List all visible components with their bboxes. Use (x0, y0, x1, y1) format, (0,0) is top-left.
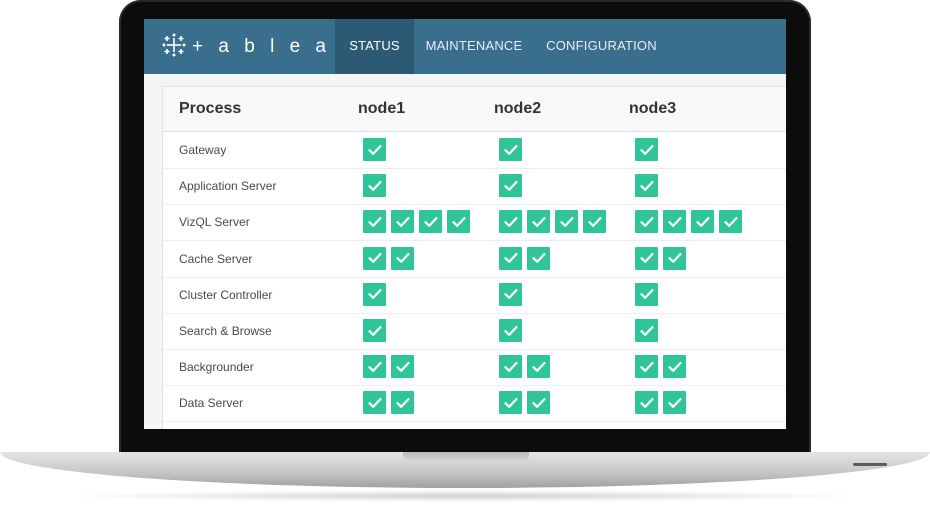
process-name: Search & Browse (179, 324, 272, 338)
node2-status-cell (499, 355, 550, 379)
status-check-icon[interactable] (635, 174, 658, 198)
tableau-cross-icon (162, 33, 186, 62)
node1-status-cell (363, 355, 414, 379)
process-name: Data Server (179, 396, 244, 411)
node3-status-cell (635, 174, 658, 198)
laptop-shadow (60, 490, 870, 502)
column-header-node2: node2 (494, 100, 542, 117)
process-name: Application Server (179, 179, 277, 194)
table-row: Cache Server (163, 241, 786, 278)
status-check-icon[interactable] (635, 138, 658, 161)
node3-status-cell (635, 210, 742, 234)
table-header-row: Process node1 node2 node3 (163, 87, 786, 132)
tab-maintenance[interactable]: MAINTENANCE (424, 19, 524, 74)
node1-status-cell (363, 246, 414, 270)
status-check-icon[interactable] (363, 355, 386, 379)
node2-status-cell (499, 174, 522, 198)
status-check-icon[interactable] (527, 355, 550, 379)
status-check-icon[interactable] (363, 138, 386, 161)
laptop-side-slot (853, 463, 887, 466)
node1-status-cell (363, 319, 386, 342)
status-check-icon[interactable] (363, 282, 386, 306)
process-name: Cluster Controller (179, 287, 273, 302)
status-check-icon[interactable] (391, 355, 414, 379)
status-check-icon[interactable] (583, 210, 606, 234)
status-check-icon[interactable] (363, 174, 386, 198)
status-check-icon[interactable] (499, 246, 522, 270)
status-check-icon[interactable] (363, 210, 386, 234)
tab-status[interactable]: STATUS (335, 19, 414, 74)
column-header-node3: node3 (629, 100, 677, 117)
status-check-icon[interactable] (719, 210, 742, 234)
node1-status-cell (363, 391, 414, 415)
tab-configuration[interactable]: CONFIGURATION (544, 19, 659, 74)
status-check-icon[interactable] (499, 210, 522, 234)
status-check-icon[interactable] (499, 174, 522, 198)
node2-status-cell (499, 138, 522, 161)
laptop-screen: + a b l e a u STATUS MAINTENANCE CONFIGU… (144, 19, 786, 429)
table-row: Application Server (163, 168, 786, 206)
node3-status-cell (635, 319, 658, 342)
status-check-icon[interactable] (691, 210, 714, 234)
table-row: Gateway (163, 132, 786, 169)
top-navigation-bar: + a b l e a u STATUS MAINTENANCE CONFIGU… (144, 19, 786, 74)
node1-status-cell (363, 174, 386, 198)
table-row: VizQL Server (163, 204, 786, 242)
column-header-node1: node1 (358, 100, 406, 117)
node2-status-cell (499, 391, 550, 415)
table-row: Search & Browse (163, 313, 786, 350)
process-name: Gateway (179, 143, 227, 157)
process-name: VizQL Server (179, 215, 250, 230)
status-check-icon[interactable] (663, 246, 686, 270)
node3-status-cell (635, 282, 658, 306)
status-check-icon[interactable] (499, 138, 522, 161)
status-check-icon[interactable] (499, 282, 522, 306)
status-check-icon[interactable] (527, 391, 550, 415)
node1-status-cell (363, 282, 386, 306)
status-check-icon[interactable] (635, 210, 658, 234)
status-check-icon[interactable] (419, 210, 442, 234)
table-row: Data Server (163, 385, 786, 423)
node3-status-cell (635, 246, 686, 270)
status-check-icon[interactable] (663, 391, 686, 415)
status-check-icon[interactable] (635, 319, 658, 342)
table-row: Backgrounder (163, 349, 786, 387)
laptop-opening-notch (403, 452, 529, 462)
node2-status-cell (499, 246, 550, 270)
status-check-icon[interactable] (635, 246, 658, 270)
status-check-icon[interactable] (635, 391, 658, 415)
process-status-table: Process node1 node2 node3 Gateway Applica… (162, 86, 786, 429)
status-check-icon[interactable] (555, 210, 578, 234)
status-check-icon[interactable] (663, 355, 686, 379)
status-check-icon[interactable] (663, 210, 686, 234)
status-check-icon[interactable] (499, 391, 522, 415)
node3-status-cell (635, 391, 686, 415)
node3-status-cell (635, 138, 658, 161)
status-check-icon[interactable] (363, 391, 386, 415)
node2-status-cell (499, 210, 606, 234)
node2-status-cell (499, 282, 522, 306)
brand-wordmark: + a b l e a u (192, 36, 357, 57)
node3-status-cell (635, 355, 686, 379)
table-row: Cluster Controller (163, 277, 786, 314)
status-check-icon[interactable] (363, 246, 386, 270)
node1-status-cell (363, 210, 470, 234)
status-check-icon[interactable] (635, 355, 658, 379)
status-check-icon[interactable] (527, 210, 550, 234)
status-check-icon[interactable] (391, 210, 414, 234)
status-check-icon[interactable] (635, 282, 658, 306)
status-check-icon[interactable] (391, 246, 414, 270)
status-check-icon[interactable] (499, 319, 522, 342)
process-name: Backgrounder (179, 360, 254, 375)
status-check-icon[interactable] (447, 210, 470, 234)
node1-status-cell (363, 138, 386, 161)
status-check-icon[interactable] (363, 319, 386, 342)
status-check-icon[interactable] (391, 391, 414, 415)
node2-status-cell (499, 319, 522, 342)
process-name: Cache Server (179, 251, 253, 266)
status-check-icon[interactable] (499, 355, 522, 379)
column-header-process: Process (179, 100, 242, 117)
tableau-logo[interactable]: + a b l e a u (162, 33, 357, 62)
status-check-icon[interactable] (527, 246, 550, 270)
